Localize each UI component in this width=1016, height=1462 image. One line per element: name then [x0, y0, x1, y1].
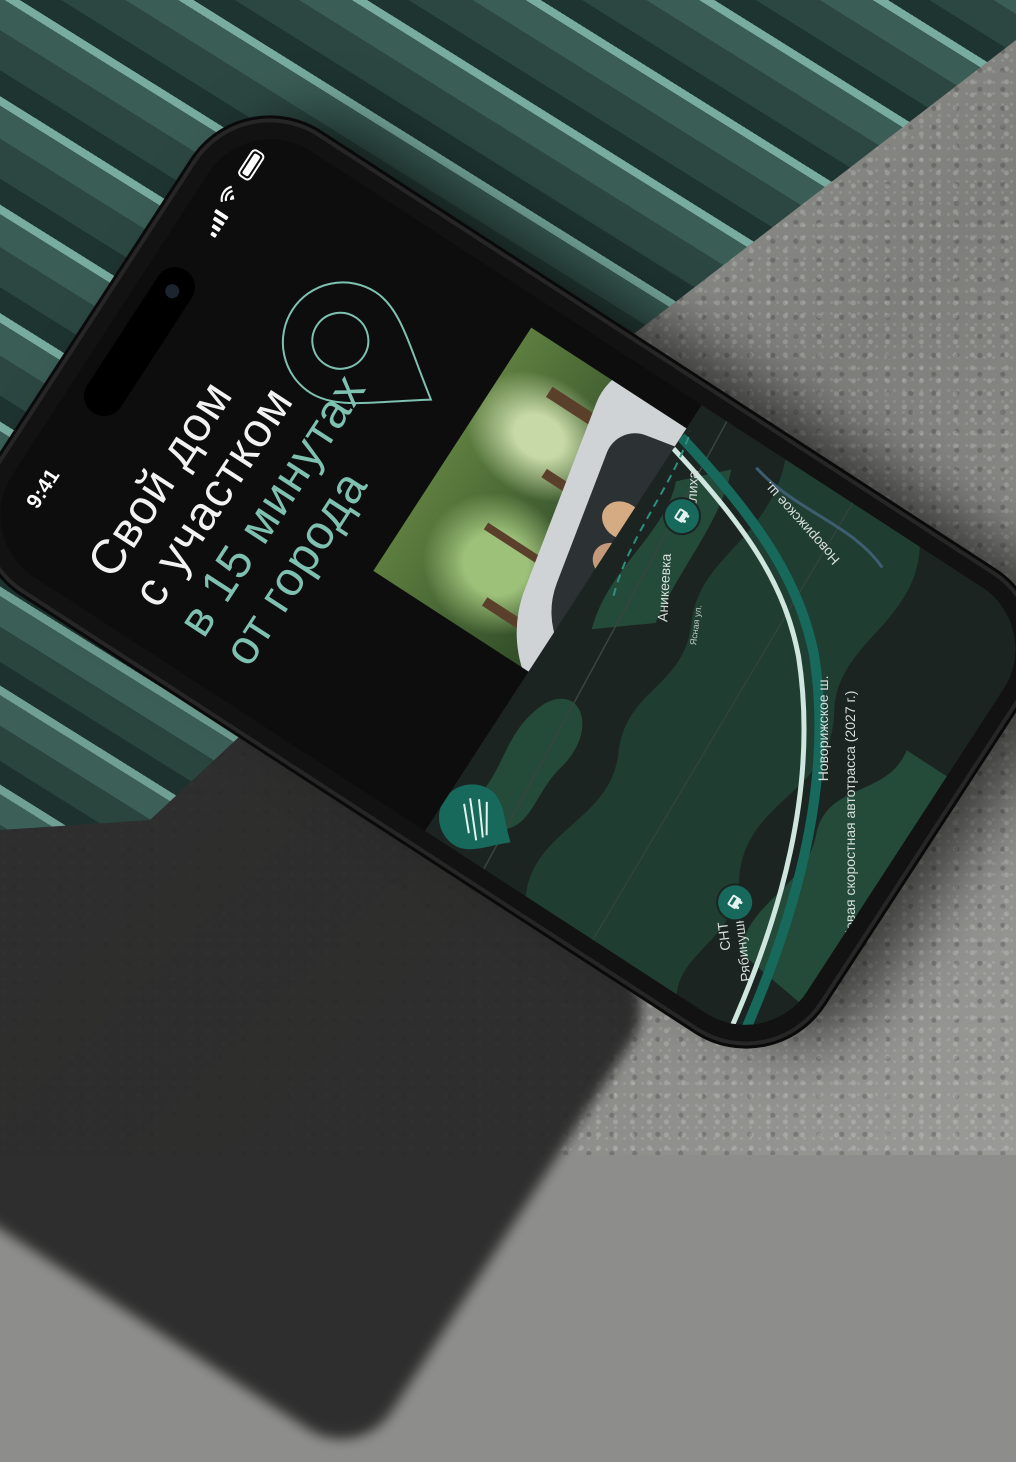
- wifi-icon: [220, 185, 235, 203]
- map-label-new-highway: Новая скоростная автотрасса (2027 г.): [842, 690, 859, 940]
- status-time: 9:41: [22, 464, 65, 513]
- camera-icon: [162, 281, 182, 301]
- battery-icon: [236, 147, 267, 183]
- map-label-novorizhskoe-bottom: Новорижское ш.: [815, 675, 832, 782]
- signal-icon: [203, 208, 229, 238]
